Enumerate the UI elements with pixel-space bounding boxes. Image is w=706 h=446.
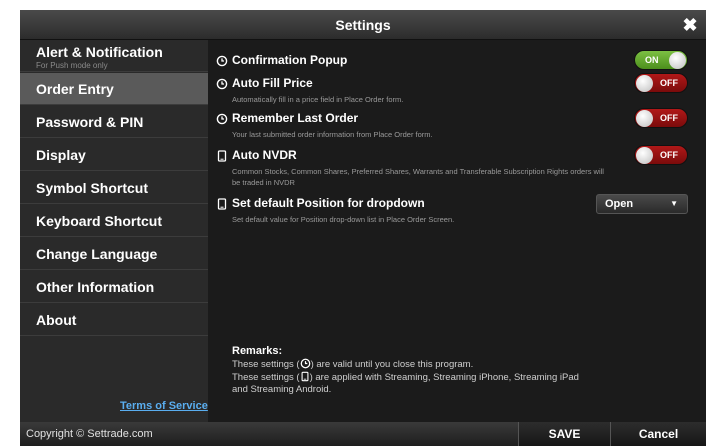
window-title: Settings — [335, 17, 391, 33]
sidebar-item-symbol-shortcut[interactable]: Symbol Shortcut — [20, 172, 208, 204]
toggle-knob — [669, 52, 686, 69]
auto-fill-price-toggle[interactable]: OFF — [634, 73, 688, 93]
toggle-knob — [636, 147, 653, 164]
dropdown-value: Open — [605, 198, 634, 210]
setting-label: Set default Position for dropdown — [232, 196, 425, 210]
sidebar-item-label: Password & PIN — [36, 114, 144, 130]
terms-of-service-link[interactable]: Terms of Service — [120, 400, 208, 412]
cancel-button[interactable]: Cancel — [610, 422, 706, 446]
sidebar-item-label: Change Language — [36, 246, 158, 262]
sidebar-item-label: Other Information — [36, 279, 155, 295]
settings-panel: Confirmation Popup ON Auto Fill Price Au… — [208, 40, 706, 422]
caret-down-icon: ▼ — [670, 199, 678, 208]
sidebar-item-label: About — [36, 312, 77, 328]
toggle-knob — [636, 110, 653, 127]
settings-window: Settings ✖ Alert & Notification For Push… — [0, 0, 706, 446]
setting-label: Auto NVDR — [232, 148, 297, 162]
clock-icon — [216, 113, 228, 125]
auto-nvdr-toggle[interactable]: OFF — [634, 145, 688, 165]
confirmation-popup-toggle[interactable]: ON — [634, 50, 688, 70]
remarks-line-1: These settings ( ) are valid until you cl… — [232, 358, 692, 371]
toggle-state-label: OFF — [660, 113, 678, 123]
toggle-knob — [636, 75, 653, 92]
toggle-state-label: OFF — [660, 150, 678, 160]
clock-icon — [216, 78, 228, 90]
copyright-text: Copyright © Settrade.com — [26, 428, 153, 440]
sidebar-item-alert-notification[interactable]: Alert & Notification For Push mode only — [20, 40, 208, 72]
sidebar-item-keyboard-shortcut[interactable]: Keyboard Shortcut — [20, 205, 208, 237]
sidebar-item-label: Alert & Notification — [36, 44, 163, 60]
save-button[interactable]: SAVE — [518, 422, 610, 446]
device-icon — [301, 371, 309, 382]
setting-label: Confirmation Popup — [232, 53, 348, 67]
toggle-state-label: OFF — [660, 78, 678, 88]
device-icon — [217, 198, 227, 210]
clock-icon — [300, 358, 310, 369]
toggle-state-label: ON — [645, 55, 659, 65]
setting-label: Auto Fill Price — [232, 76, 313, 90]
sidebar-item-password-pin[interactable]: Password & PIN — [20, 106, 208, 138]
remarks-text: ) are applied with Streaming, Streaming … — [309, 372, 579, 383]
sidebar-item-label: Order Entry — [36, 81, 114, 97]
sidebar-item-order-entry[interactable]: Order Entry — [20, 73, 208, 105]
sidebar-item-display[interactable]: Display — [20, 139, 208, 171]
setting-label: Remember Last Order — [232, 111, 359, 125]
remarks-line-2: These settings ( ) are applied with Strea… — [232, 371, 692, 384]
remarks-line-3: and Streaming Android. — [232, 384, 332, 395]
sidebar-item-sublabel: For Push mode only — [36, 61, 108, 70]
sidebar-item-label: Display — [36, 147, 86, 163]
setting-description: Your last submitted order information fr… — [232, 130, 433, 139]
setting-description: Automatically fill in a price field in P… — [232, 95, 404, 104]
sidebar-item-change-language[interactable]: Change Language — [20, 238, 208, 270]
close-icon[interactable]: ✖ — [680, 14, 700, 36]
remarks-text: These settings ( — [232, 359, 300, 370]
remarks-text: These settings ( — [232, 372, 300, 383]
footer-bar: Copyright © Settrade.com SAVE Cancel — [20, 422, 706, 446]
device-icon — [217, 150, 227, 162]
sidebar-item-label: Keyboard Shortcut — [36, 213, 163, 229]
sidebar-item-other-information[interactable]: Other Information — [20, 271, 208, 303]
title-bar: Settings ✖ — [20, 10, 706, 40]
remarks-title: Remarks: — [232, 345, 283, 357]
sidebar-item-about[interactable]: About — [20, 304, 208, 336]
settings-sidebar: Alert & Notification For Push mode only … — [20, 40, 208, 422]
setting-description: Common Stocks, Common Shares, Preferred … — [232, 167, 604, 187]
remarks-text: ) are valid until you close this program… — [310, 359, 474, 370]
clock-icon — [216, 55, 228, 67]
remarks-section: Remarks: These settings ( ) are valid unt… — [232, 345, 692, 396]
sidebar-item-label: Symbol Shortcut — [36, 180, 149, 196]
setting-description: Set default value for Position drop-down… — [232, 215, 455, 224]
position-dropdown[interactable]: Open ▼ — [596, 194, 688, 214]
remember-last-order-toggle[interactable]: OFF — [634, 108, 688, 128]
